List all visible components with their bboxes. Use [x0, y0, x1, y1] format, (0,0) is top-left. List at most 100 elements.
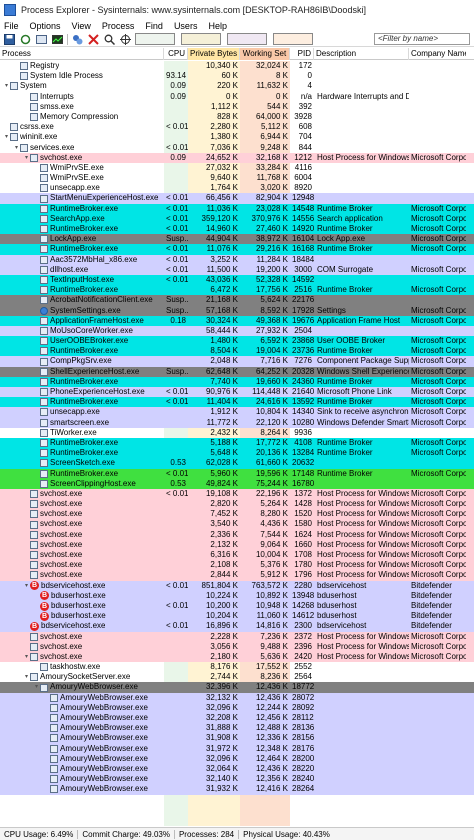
- process-row[interactable]: RuntimeBroker.exe 5,648 K 20,136 K 13284 Run…: [0, 448, 474, 459]
- process-name-cell[interactable]: ▾ services.exe: [0, 143, 164, 153]
- kill-process-icon[interactable]: [87, 33, 99, 45]
- process-row[interactable]: Registry 10,340 K 32,024 K 172: [0, 61, 474, 71]
- process-row[interactable]: svchost.exe 2,132 K 9,064 K 1660 Host Proces…: [0, 539, 474, 550]
- process-row[interactable]: ApplicationFrameHost.exe 0.18 30,324 K 49,3…: [0, 315, 474, 326]
- process-name-cell[interactable]: unsecapp.exe: [0, 407, 164, 417]
- process-row[interactable]: ▾ wininit.exe 1,380 K 6,944 K 704: [0, 132, 474, 142]
- expand-toggle-icon[interactable]: ▾: [23, 672, 30, 682]
- process-row[interactable]: ShellExperienceHost.exe Susp... 62,648 K 64…: [0, 366, 474, 377]
- process-row[interactable]: TextInputHost.exe < 0.01 43,036 K 52,328 K 1…: [0, 274, 474, 286]
- process-name-cell[interactable]: TiWorker.exe: [0, 428, 164, 438]
- commit-graph[interactable]: [181, 33, 221, 45]
- column-company[interactable]: Company Name: [409, 48, 466, 60]
- process-name-cell[interactable]: System Idle Process: [0, 71, 164, 81]
- find-icon[interactable]: [103, 34, 115, 45]
- process-name-cell[interactable]: Memory Compression: [0, 112, 164, 122]
- process-row[interactable]: RuntimeBroker.exe < 0.01 11,404 K 24,616 K 1…: [0, 397, 474, 408]
- process-row[interactable]: smss.exe 1,112 K 544 K 392: [0, 102, 474, 112]
- process-name-cell[interactable]: ▾ System: [0, 81, 164, 91]
- menu-view[interactable]: View: [72, 21, 91, 31]
- process-row[interactable]: AmouryWebBrowser.exe 32,132 K 12,436 K 2807…: [0, 692, 474, 703]
- process-row[interactable]: ScreenClippingHost.exe 0.53 49,824 K 75,244…: [0, 478, 474, 489]
- process-name-cell[interactable]: Bbduserhost.exe: [0, 591, 164, 601]
- save-icon[interactable]: [3, 33, 15, 45]
- process-name-cell[interactable]: taskhostw.exe: [0, 662, 164, 672]
- process-row[interactable]: AmouryWebBrowser.exe 31,908 K 12,336 K 2815…: [0, 733, 474, 744]
- process-name-cell[interactable]: AmouryWebBrowser.exe: [0, 703, 164, 713]
- column-private-bytes[interactable]: Private Bytes: [188, 48, 240, 60]
- process-name-cell[interactable]: Aac3572MbHal_x86.exe: [0, 255, 164, 265]
- process-name-cell[interactable]: AmouryWebBrowser.exe: [0, 784, 164, 794]
- process-row[interactable]: RuntimeBroker.exe 6,472 K 17,756 K 2516 Runt…: [0, 285, 474, 296]
- process-row[interactable]: ▾ AmouryWebBrowser.exe 32,396 K 12,436 K 187…: [0, 682, 474, 693]
- cpu-graph[interactable]: [135, 33, 175, 45]
- process-row[interactable]: ▾ svchost.exe 2,180 K 5,636 K 2420 Host Proce…: [0, 651, 474, 663]
- menu-help[interactable]: Help: [208, 21, 227, 31]
- process-row[interactable]: AcrobatNotificationClient.exe Susp... 21,1…: [0, 295, 474, 306]
- process-name-cell[interactable]: svchost.exe: [0, 509, 164, 519]
- process-name-cell[interactable]: RuntimeBroker.exe: [0, 224, 164, 234]
- process-name-cell[interactable]: Registry: [0, 61, 164, 71]
- process-row[interactable]: svchost.exe 3,540 K 4,436 K 1580 Host Proces…: [0, 519, 474, 530]
- process-name-cell[interactable]: ShellExperienceHost.exe: [0, 367, 164, 377]
- process-row[interactable]: WmiPrvSE.exe 9,640 K 11,768 K 6004: [0, 173, 474, 183]
- process-name-cell[interactable]: Bbdservicehost.exe: [0, 621, 164, 631]
- process-name-cell[interactable]: AmouryWebBrowser.exe: [0, 774, 164, 784]
- column-working-set[interactable]: Working Set: [240, 48, 290, 60]
- process-name-cell[interactable]: ScreenClippingHost.exe: [0, 479, 164, 489]
- expand-toggle-icon[interactable]: ▾: [13, 143, 20, 153]
- menu-options[interactable]: Options: [30, 21, 61, 31]
- process-name-cell[interactable]: SearchApp.exe: [0, 214, 164, 224]
- process-name-cell[interactable]: svchost.exe: [0, 550, 164, 560]
- process-row[interactable]: AmouryWebBrowser.exe 32,208 K 12,456 K 2811…: [0, 713, 474, 724]
- process-name-cell[interactable]: smss.exe: [0, 102, 164, 112]
- process-row[interactable]: ▾ System 0.09 220 K 11,632 K 4: [0, 81, 474, 91]
- process-row[interactable]: ▾ AmourySocketServer.exe 2,744 K 8,236 K 256…: [0, 672, 474, 682]
- process-name-cell[interactable]: WmiPrvSE.exe: [0, 163, 164, 173]
- process-name-cell[interactable]: RuntimeBroker.exe: [0, 377, 164, 387]
- process-row[interactable]: AmouryWebBrowser.exe 32,096 K 12,464 K 2820…: [0, 753, 474, 764]
- menu-users[interactable]: Users: [174, 21, 198, 31]
- process-row[interactable]: Bbduserhost.exe 10,204 K 11,060 K 14612 bdus…: [0, 611, 474, 622]
- process-row[interactable]: taskhostw.exe 8,176 K 17,552 K 2552: [0, 662, 474, 672]
- process-row[interactable]: ▾ Bbdservicehost.exe < 0.01 851,804 K 763,57…: [0, 580, 474, 591]
- process-row[interactable]: svchost.exe 2,336 K 7,544 K 1624 Host Proces…: [0, 529, 474, 540]
- process-row[interactable]: CompPkgSrv.exe 2,048 K 7,716 K 7276 Componen…: [0, 356, 474, 367]
- io-graph[interactable]: [227, 33, 267, 45]
- process-name-cell[interactable]: UserOOBEBroker.exe: [0, 336, 164, 346]
- process-row[interactable]: svchost.exe 2,844 K 5,912 K 1796 Host Proces…: [0, 570, 474, 581]
- cpu-window-icon[interactable]: [51, 34, 63, 45]
- process-row[interactable]: svchost.exe < 0.01 19,108 K 22,196 K 1372 Hos…: [0, 488, 474, 500]
- process-name-cell[interactable]: ▾ Bbdservicehost.exe: [0, 581, 164, 591]
- process-name-cell[interactable]: RuntimeBroker.exe: [0, 438, 164, 448]
- process-row[interactable]: SystemSettings.exe Susp... 57,168 K 8,592 K…: [0, 305, 474, 316]
- process-row[interactable]: TiWorker.exe 2,432 K 8,264 K 9936: [0, 428, 474, 438]
- process-row[interactable]: ▾ services.exe < 0.01 7,036 K 9,248 K 844: [0, 143, 474, 153]
- process-row[interactable]: RuntimeBroker.exe < 0.01 11,076 K 29,216 K 1…: [0, 244, 474, 255]
- menu-find[interactable]: Find: [145, 21, 163, 31]
- process-name-cell[interactable]: smartscreen.exe: [0, 418, 164, 428]
- expand-toggle-icon[interactable]: ▾: [23, 652, 30, 662]
- process-row[interactable]: LockApp.exe Susp... 44,904 K 38,972 K 16104L…: [0, 234, 474, 245]
- process-row[interactable]: Bbdservicehost.exe < 0.01 16,896 K 14,816 K…: [0, 621, 474, 632]
- process-name-cell[interactable]: Bbduserhost.exe: [0, 601, 164, 611]
- process-name-cell[interactable]: ScreenSketch.exe: [0, 458, 164, 468]
- process-row[interactable]: Memory Compression 828 K 64,000 K 3928: [0, 112, 474, 122]
- process-name-cell[interactable]: ▾ svchost.exe: [0, 652, 164, 662]
- process-row[interactable]: RuntimeBroker.exe 8,504 K 19,004 K 23736 Run…: [0, 346, 474, 357]
- system-info-icon[interactable]: [35, 34, 47, 45]
- process-name-cell[interactable]: AmouryWebBrowser.exe: [0, 723, 164, 733]
- menu-file[interactable]: File: [4, 21, 19, 31]
- expand-toggle-icon[interactable]: ▾: [3, 81, 10, 91]
- process-row[interactable]: svchost.exe 2,108 K 5,376 K 1780 Host Proces…: [0, 560, 474, 571]
- expand-toggle-icon[interactable]: ▾: [33, 682, 40, 692]
- process-name-cell[interactable]: svchost.exe: [0, 530, 164, 540]
- physical-memory-graph[interactable]: [273, 33, 313, 45]
- process-name-cell[interactable]: AmouryWebBrowser.exe: [0, 754, 164, 764]
- process-row[interactable]: AmouryWebBrowser.exe 31,888 K 12,488 K 2813…: [0, 723, 474, 734]
- process-name-cell[interactable]: ▾ AmouryWebBrowser.exe: [0, 682, 164, 692]
- process-row[interactable]: StartMenuExperienceHost.exe < 0.01 66,456 …: [0, 193, 474, 204]
- process-row[interactable]: PhoneExperienceHost.exe < 0.01 90,976 K 114…: [0, 387, 474, 398]
- process-row[interactable]: RuntimeBroker.exe < 0.01 5,960 K 19,596 K 17…: [0, 468, 474, 479]
- process-row[interactable]: AmouryWebBrowser.exe 31,972 K 12,348 K 2817…: [0, 743, 474, 754]
